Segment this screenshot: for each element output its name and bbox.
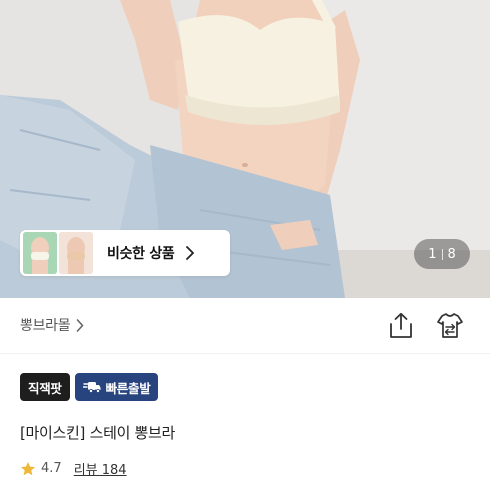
page-separator: [441, 248, 443, 260]
page-current: 1: [428, 246, 437, 262]
fast-delivery-label: 빠른출발: [105, 380, 151, 396]
direct-purchase-badge: 직잭팟: [20, 373, 70, 401]
product-image-carousel[interactable]: 비슷한 상품 1 8: [0, 0, 490, 298]
direct-purchase-label: 직잭팟: [28, 380, 62, 396]
page-total: 8: [447, 246, 456, 262]
similar-product-thumbnail: [23, 232, 57, 274]
badge-row: 직잭팟 빠른출발: [20, 373, 159, 401]
fast-delivery-badge: 빠른출발: [74, 373, 159, 401]
rating-row: 4.7 리뷰 184: [20, 459, 127, 478]
brand-name: 뽕브라몰: [20, 318, 71, 334]
delivery-truck-icon: [82, 382, 101, 393]
compare-icon[interactable]: [436, 312, 464, 340]
rating-score: 4.7: [41, 461, 62, 476]
share-icon[interactable]: [388, 312, 414, 340]
similar-products-label: 비슷한 상품: [107, 246, 175, 262]
star-icon: [21, 461, 35, 475]
similar-products-button[interactable]: 비슷한 상품: [20, 230, 230, 276]
image-page-indicator: 1 8: [414, 239, 470, 269]
chevron-right-icon: [77, 318, 84, 332]
product-title: [마이스킨] 스테이 뽕브라: [20, 424, 176, 442]
brand-row: 뽕브라몰: [0, 298, 490, 354]
brand-link[interactable]: 뽕브라몰: [20, 315, 84, 335]
chevron-right-icon: [186, 246, 195, 260]
review-count-link[interactable]: 리뷰 184: [74, 459, 127, 478]
similar-product-thumbnail: [59, 232, 93, 274]
